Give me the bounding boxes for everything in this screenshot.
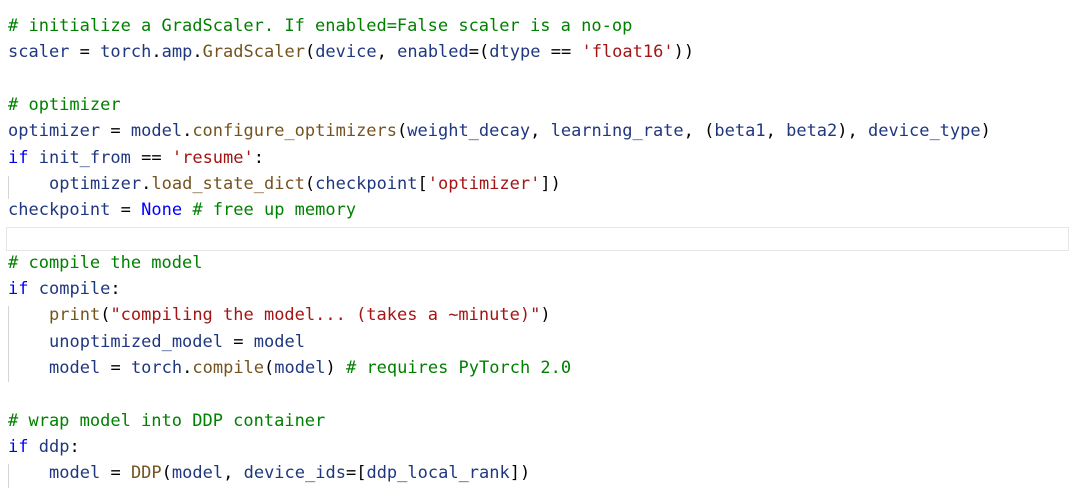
code-line[interactable]: model = torch.compile(model) # requires … bbox=[8, 355, 571, 381]
code-line[interactable]: unoptimized_model = model bbox=[8, 329, 305, 355]
code-line[interactable]: scaler = torch.amp.GradScaler(device, en… bbox=[8, 39, 694, 65]
code-line[interactable]: # compile the model bbox=[8, 250, 202, 276]
code-line[interactable]: optimizer.load_state_dict(checkpoint['op… bbox=[8, 171, 561, 197]
code-line[interactable]: model = DDP(model, device_ids=[ddp_local… bbox=[8, 460, 530, 486]
code-line[interactable]: checkpoint = None # free up memory bbox=[8, 197, 356, 223]
code-line[interactable]: if compile: bbox=[8, 276, 121, 302]
code-line[interactable]: optimizer = model.configure_optimizers(w… bbox=[8, 118, 991, 144]
code-line[interactable]: if init_from == 'resume': bbox=[8, 145, 264, 171]
code-line[interactable]: print("compiling the model... (takes a ~… bbox=[8, 302, 551, 328]
code-line[interactable]: # optimizer bbox=[8, 92, 121, 118]
code-line[interactable]: # wrap model into DDP container bbox=[8, 408, 325, 434]
current-line-highlight bbox=[6, 227, 1069, 251]
code-line[interactable]: # initialize a GradScaler. If enabled=Fa… bbox=[8, 13, 632, 39]
code-line[interactable]: if ddp: bbox=[8, 434, 80, 460]
code-editor[interactable]: # initialize a GradScaler. If enabled=Fa… bbox=[0, 0, 1071, 498]
